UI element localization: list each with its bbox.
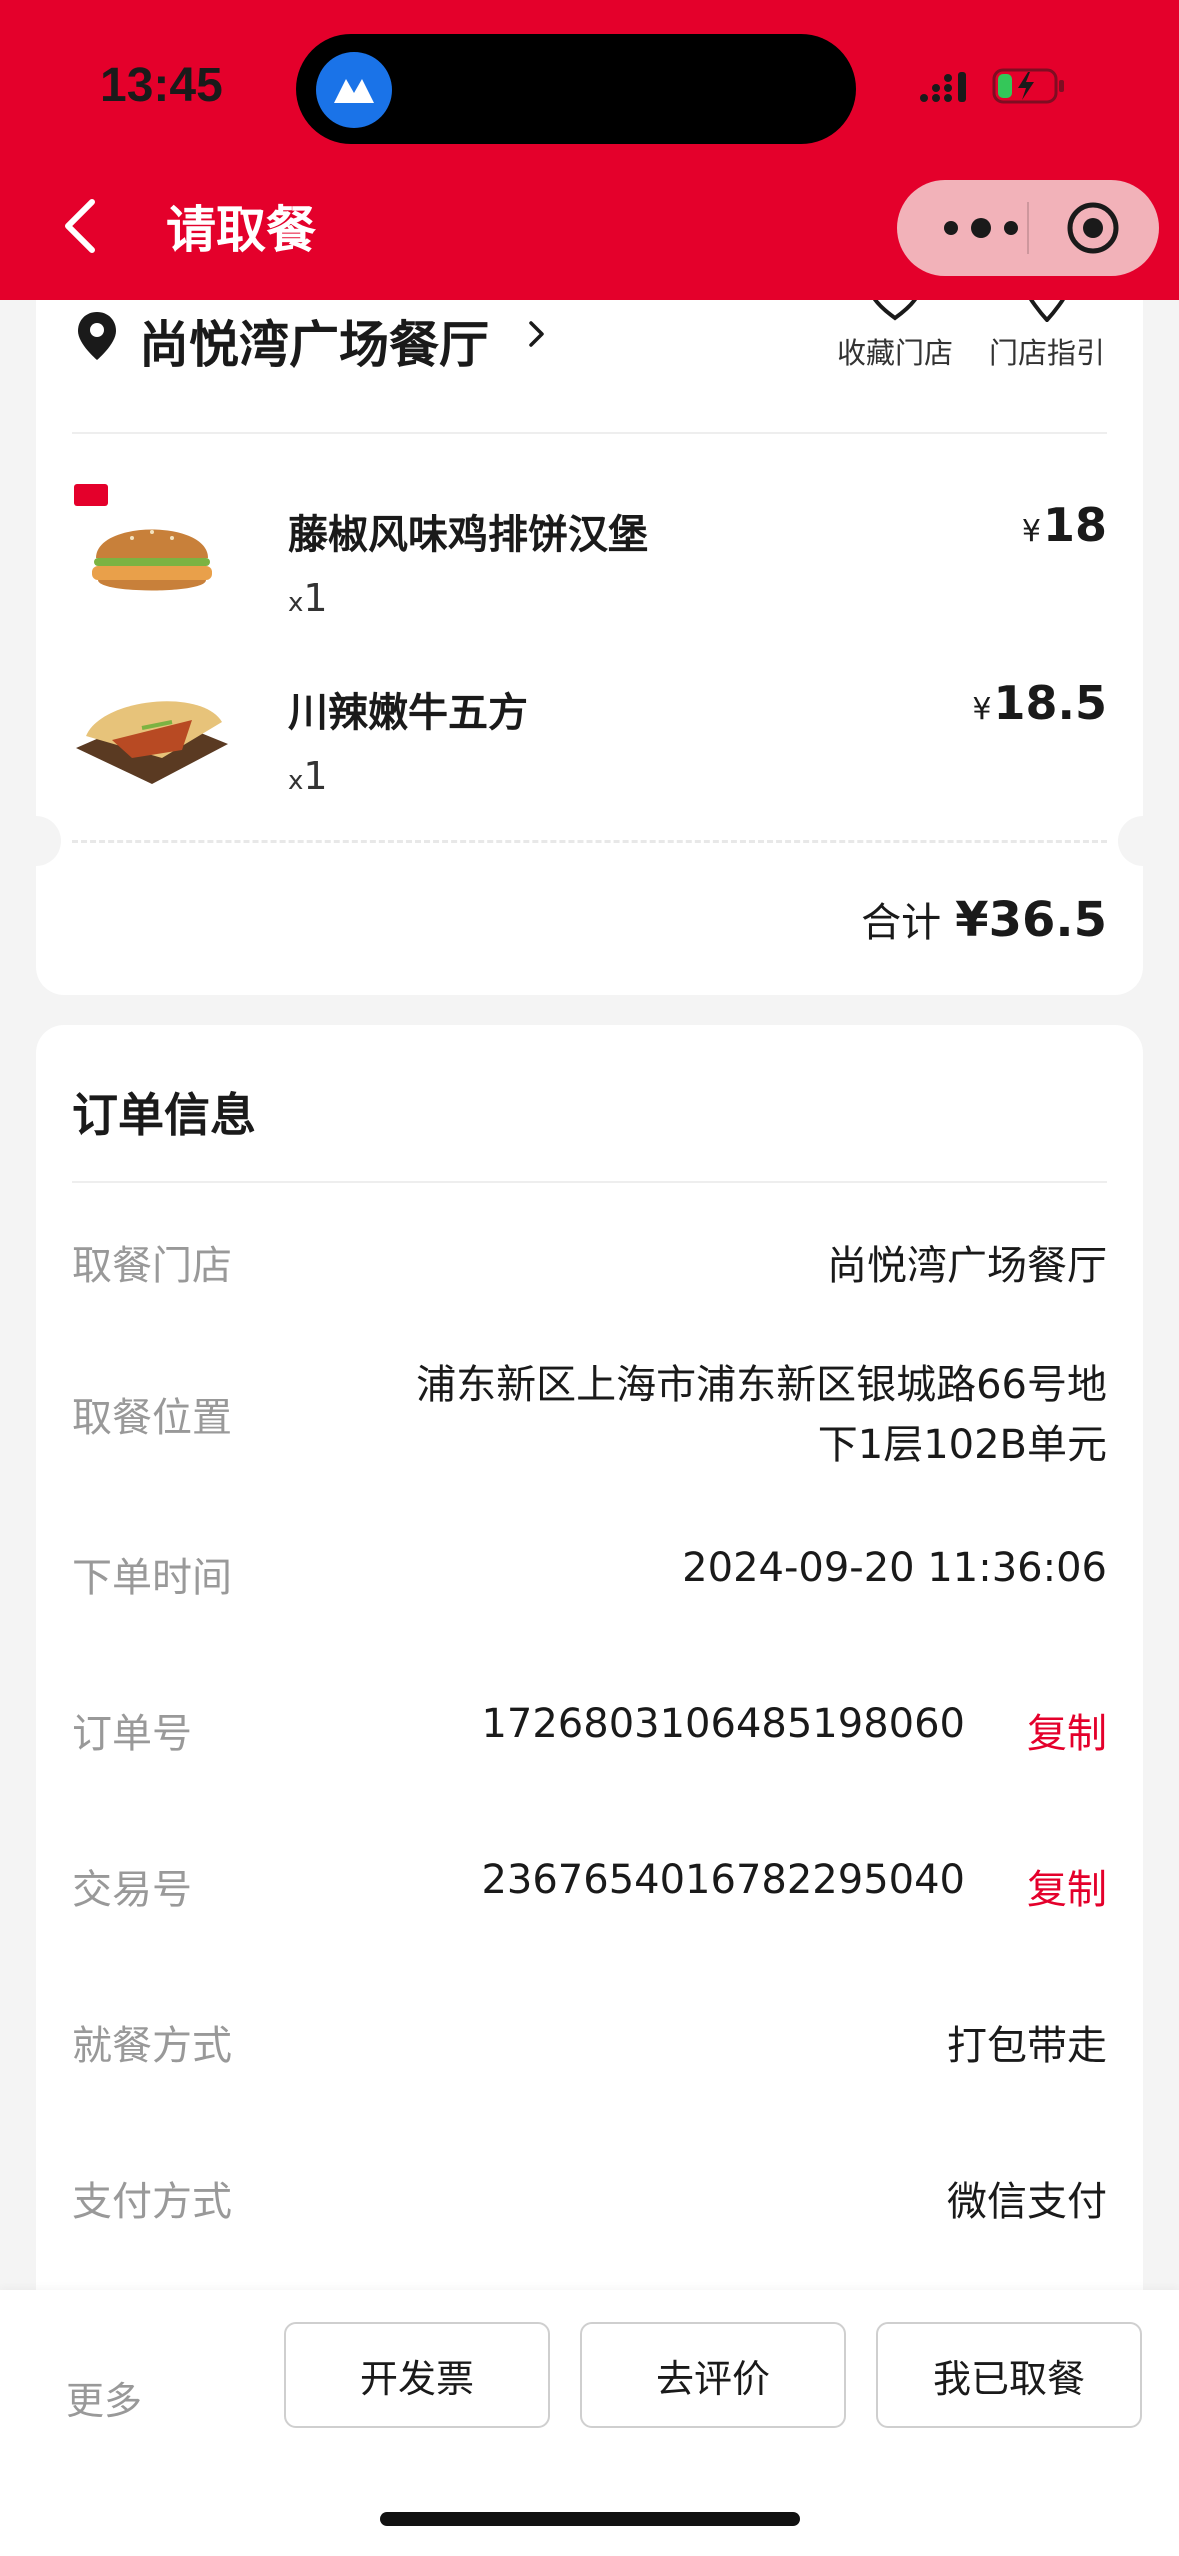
order-item: 川辣嫩牛五方 x1 ¥18.5 [72, 658, 1107, 818]
more-dots-icon[interactable] [933, 210, 1029, 246]
capsule-divider [1027, 202, 1029, 254]
more-button[interactable]: 更多 [66, 2370, 142, 2425]
info-key: 支付方式 [72, 2179, 232, 2225]
ticket-notch-right [1118, 816, 1168, 866]
item-name: 藤椒风味鸡排饼汉堡 [288, 512, 648, 558]
issue-invoice-button[interactable]: 开发票 [284, 2322, 550, 2428]
transaction-number-value: 2367654016782295040 [481, 1857, 965, 1903]
order-total: 合计 ¥36.5 [861, 890, 1107, 948]
item-quantity: x1 [288, 754, 328, 798]
dynamic-island [296, 34, 856, 144]
app-activity-icon [316, 52, 392, 128]
info-value: 浦东新区上海市浦东新区银城路66号地 下1层102B单元 [416, 1362, 1107, 1468]
dashed-divider [72, 840, 1107, 843]
total-amount: ¥36.5 [955, 892, 1107, 948]
close-miniapp-icon[interactable] [1065, 200, 1121, 256]
page-title: 请取餐 [166, 201, 316, 259]
battery-charging-icon [992, 68, 1064, 104]
info-key: 取餐门店 [72, 1243, 232, 1289]
write-review-button[interactable]: 去评价 [580, 2322, 846, 2428]
top-header: 13:45 请取餐 [0, 0, 1179, 300]
item-price: ¥18 [1021, 498, 1107, 552]
picked-up-button[interactable]: 我已取餐 [876, 2322, 1142, 2428]
info-key: 就餐方式 [72, 2023, 232, 2069]
favorite-store-label: 收藏门店 [836, 336, 953, 370]
info-key: 交易号 [72, 1867, 192, 1913]
app-page: 13:45 请取餐 尚悦湾广场餐厅 收藏门店 门店指引 藤椒风味鸡排饼汉堡 x1… [0, 0, 1179, 2556]
order-info-card: 订单信息 取餐门店 尚悦湾广场餐厅 取餐位置 浦东新区上海市浦东新区银城路66号… [36, 1025, 1143, 2425]
info-value: 微信支付 [947, 2179, 1107, 2225]
copy-order-number-button[interactable]: 复制 [1027, 1701, 1107, 1759]
info-value: 尚悦湾广场餐厅 [827, 1243, 1107, 1289]
order-item: 藤椒风味鸡排饼汉堡 x1 ¥18 [72, 480, 1107, 640]
home-indicator [380, 2512, 800, 2526]
divider [72, 432, 1107, 434]
ticket-notch-left [11, 816, 61, 866]
burger-thumbnail [74, 484, 212, 591]
info-value: 2024-09-20 11:36:06 [682, 1545, 1107, 1591]
item-name: 川辣嫩牛五方 [288, 690, 528, 736]
info-key: 下单时间 [72, 1555, 232, 1601]
store-name[interactable]: 尚悦湾广场餐厅 [139, 305, 489, 377]
order-number-value: 1726803106485198060 [481, 1701, 965, 1747]
wrap-thumbnail [76, 701, 228, 784]
miniapp-capsule [897, 180, 1159, 276]
info-key: 取餐位置 [72, 1395, 232, 1441]
store-guide-label: 门店指引 [988, 336, 1105, 370]
chevron-right-icon[interactable] [528, 320, 546, 348]
back-arrow-icon[interactable] [60, 196, 104, 256]
item-quantity: x1 [288, 576, 328, 620]
status-time: 13:45 [100, 59, 223, 112]
order-summary-card: 尚悦湾广场餐厅 收藏门店 门店指引 藤椒风味鸡排饼汉堡 x1 ¥18 川辣嫩牛五… [11, 250, 1168, 995]
info-key: 订单号 [72, 1711, 192, 1757]
signal-icon [920, 72, 966, 102]
total-label: 合计 [861, 900, 942, 946]
item-price: ¥18.5 [972, 676, 1107, 730]
info-value: 打包带走 [947, 2023, 1107, 2069]
copy-transaction-number-button[interactable]: 复制 [1027, 1857, 1107, 1915]
order-info-heading: 订单信息 [72, 1088, 256, 1142]
location-pin-icon [78, 312, 116, 360]
divider [72, 1181, 1107, 1183]
